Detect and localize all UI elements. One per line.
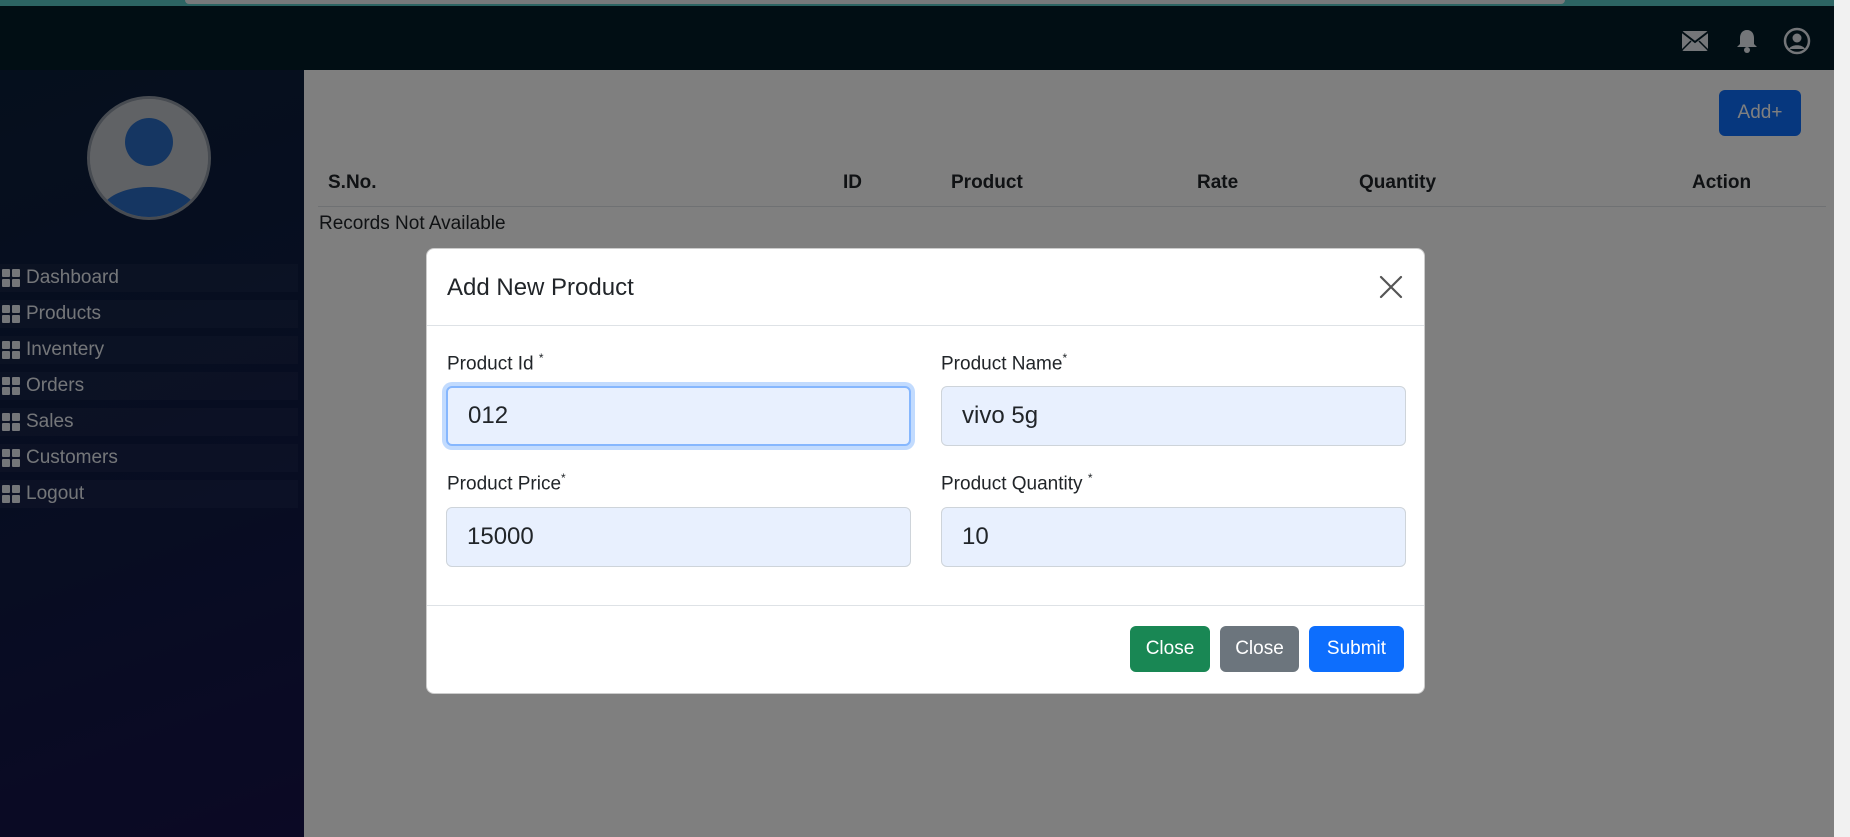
modal-footer: Close Close Submit [427, 606, 1424, 694]
close-button-secondary[interactable]: Close [1220, 626, 1299, 672]
product-id-label: Product Id * [447, 351, 544, 375]
scrollbar[interactable] [1834, 0, 1850, 837]
product-name-input[interactable] [941, 386, 1406, 446]
product-name-label: Product Name* [941, 351, 1068, 375]
submit-button[interactable]: Submit [1309, 626, 1404, 672]
modal-body: Product Id * Product Name* Product Price… [427, 326, 1424, 606]
product-id-input[interactable] [446, 386, 911, 446]
modal-title: Add New Product [447, 274, 634, 301]
modal-header: Add New Product [427, 249, 1424, 326]
add-product-modal: Add New Product Product Id * Product Nam… [426, 248, 1425, 694]
product-quantity-label: Product Quantity * [941, 471, 1093, 495]
close-button-primary[interactable]: Close [1130, 626, 1210, 672]
close-icon[interactable] [1378, 274, 1404, 300]
product-quantity-input[interactable] [941, 507, 1406, 567]
product-price-input[interactable] [446, 507, 911, 567]
product-price-label: Product Price* [447, 471, 566, 495]
